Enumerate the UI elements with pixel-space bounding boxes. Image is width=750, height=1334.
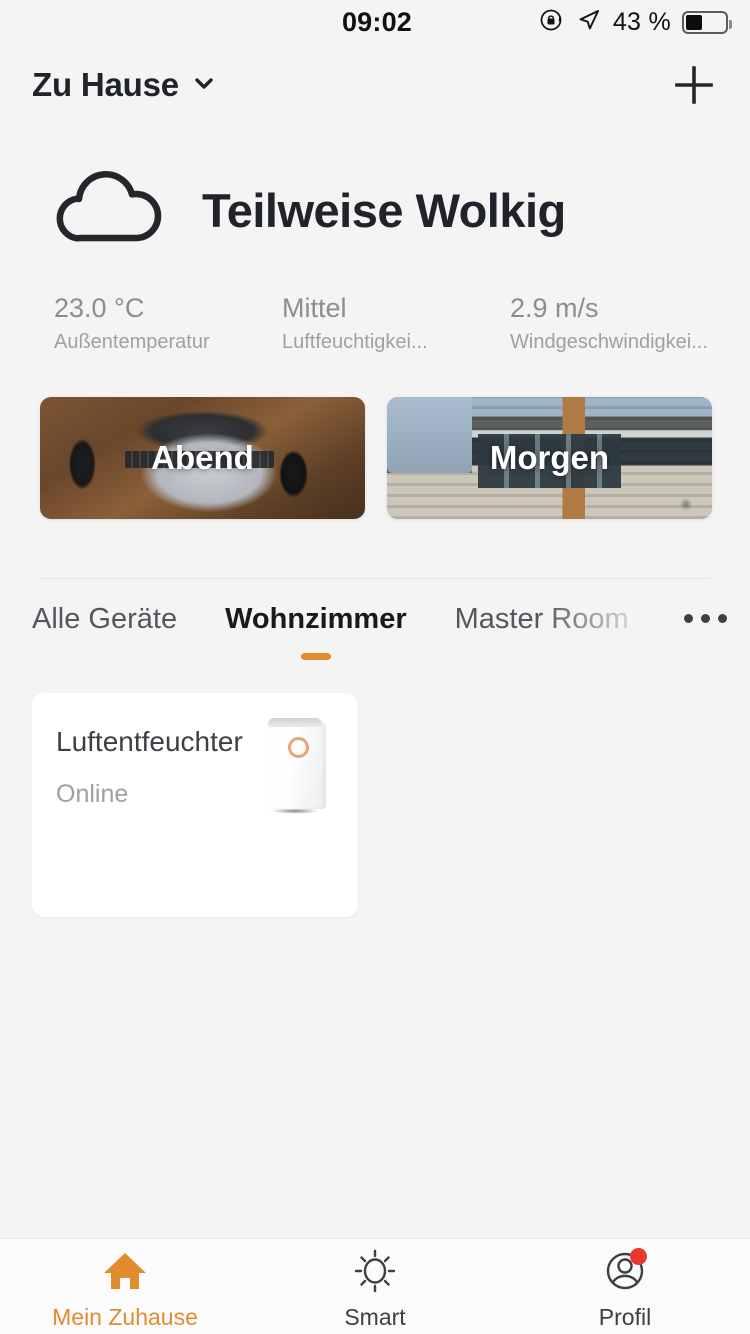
room-tab-bar: Alle Geräte Wohnzimmer Master Room [0, 600, 750, 672]
scene-card-list: Abend Morgen [40, 397, 712, 519]
nav-item-mein-zuhause[interactable]: Mein Zuhause [0, 1239, 250, 1334]
nav-item-smart[interactable]: Smart [250, 1239, 500, 1334]
tab-active-indicator [301, 653, 331, 660]
status-bar-time: 09:02 [342, 7, 412, 38]
weather-stats: 23.0 °C Außentemperatur Mittel Luftfeuch… [0, 292, 750, 357]
battery-percent-label: 43 % [613, 8, 671, 37]
add-device-button[interactable] [666, 57, 722, 113]
tab-master-room[interactable]: Master Room [431, 600, 653, 666]
scene-card-abend[interactable]: Abend [40, 397, 365, 519]
battery-icon [682, 11, 728, 34]
device-card-luftentfeuchter[interactable]: Luftentfeuchter Online [32, 693, 358, 917]
scene-card-label: Morgen [387, 397, 712, 519]
weather-stat-value: 2.9 m/s [510, 292, 738, 326]
rotation-lock-icon [539, 7, 565, 38]
scene-card-label: Abend [40, 397, 365, 519]
device-grid: Luftentfeuchter Online [32, 693, 718, 917]
bottom-navigation: Mein Zuhause Smart [0, 1238, 750, 1334]
room-tabs-scroller[interactable]: Alle Geräte Wohnzimmer Master Room [0, 600, 660, 666]
home-icon [99, 1248, 151, 1294]
section-divider [40, 578, 710, 579]
tab-label: Master Room [455, 600, 629, 639]
weather-stat: 2.9 m/s Windgeschwindigkei... [510, 292, 738, 357]
weather-stat-value: Mittel [282, 292, 510, 326]
plus-icon [671, 62, 717, 108]
nav-item-label: Smart [344, 1304, 405, 1331]
ellipsis-icon [684, 614, 727, 623]
nav-item-label: Profil [599, 1304, 651, 1331]
person-icon [599, 1248, 651, 1294]
sun-icon [349, 1248, 401, 1294]
app-header: Zu Hause [0, 44, 750, 126]
weather-summary: Teilweise Wolkig [0, 160, 750, 260]
tab-alle-geraete[interactable]: Alle Geräte [0, 600, 201, 666]
tab-wohnzimmer[interactable]: Wohnzimmer [201, 600, 431, 666]
weather-stat-label: Luftfeuchtigkei... [282, 328, 492, 357]
home-selector[interactable]: Zu Hause [32, 66, 217, 104]
profile-notification-badge [630, 1248, 647, 1265]
weather-stat-value: 23.0 °C [54, 292, 282, 326]
cloud-icon [48, 167, 174, 254]
status-bar: 09:02 43 % [0, 0, 750, 44]
device-name-label: Luftentfeuchter [56, 725, 246, 758]
tab-label: Wohnzimmer [225, 600, 407, 639]
home-name-label: Zu Hause [32, 66, 179, 104]
app-screen: 09:02 43 % Zu Hause [0, 0, 750, 1334]
weather-panel[interactable]: Teilweise Wolkig 23.0 °C Außentemperatur… [0, 160, 750, 357]
dehumidifier-icon [260, 713, 330, 818]
weather-condition-label: Teilweise Wolkig [202, 183, 566, 238]
room-tabs-more-button[interactable] [660, 600, 750, 666]
tab-label: Alle Geräte [32, 600, 177, 639]
weather-stat-label: Außentemperatur [54, 328, 264, 357]
location-arrow-icon [576, 7, 602, 38]
nav-item-profil[interactable]: Profil [500, 1239, 750, 1334]
weather-stat: 23.0 °C Außentemperatur [54, 292, 282, 357]
scene-card-morgen[interactable]: Morgen [387, 397, 712, 519]
weather-stat: Mittel Luftfeuchtigkei... [282, 292, 510, 357]
chevron-down-icon [191, 70, 217, 101]
status-bar-indicators: 43 % [539, 0, 728, 44]
weather-stat-label: Windgeschwindigkei... [510, 328, 720, 357]
nav-item-label: Mein Zuhause [52, 1304, 198, 1331]
